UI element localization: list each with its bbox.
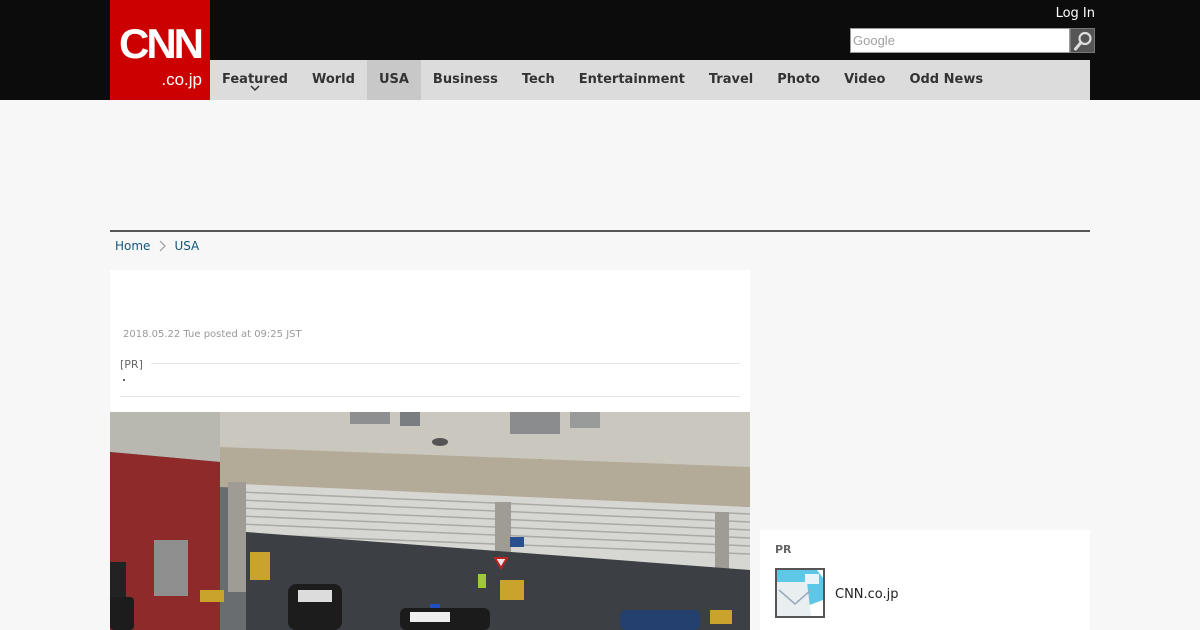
mail-icon: [777, 570, 823, 616]
pr-item-name[interactable]: CNN.co.jp: [835, 587, 899, 602]
nav-item-world[interactable]: World: [300, 60, 367, 100]
nav-item-label: Tech: [521, 72, 555, 87]
article-photo[interactable]: [110, 412, 750, 630]
chevron-right-icon: [160, 240, 167, 252]
search-button[interactable]: [1070, 28, 1095, 53]
nav-item-photo[interactable]: Photo: [765, 60, 832, 100]
login-link[interactable]: Log In: [1056, 6, 1095, 22]
logo-text: CNN: [119, 20, 204, 67]
search-input[interactable]: [850, 28, 1070, 53]
breadcrumb-usa[interactable]: USA: [174, 239, 199, 253]
sidebar-pr-box: PR CNN.co.jp: [760, 530, 1090, 630]
logo-subtext: .co.jp: [161, 70, 202, 89]
nav-item-travel[interactable]: Travel: [697, 60, 765, 100]
nav-item-usa[interactable]: USA: [366, 60, 421, 100]
main-nav: Featured World USA Business Tech Entertainmen…: [210, 60, 1090, 100]
nav-item-label: Video: [844, 72, 886, 87]
nav-item-video[interactable]: Video: [832, 60, 897, 100]
breadcrumb-home[interactable]: Home: [115, 239, 150, 253]
cnn-logo[interactable]: CNN .co.jp: [110, 0, 210, 100]
nav-item-label: Photo: [777, 72, 821, 87]
article-card: 2018.05.22 Tue posted at 09:25 JST [PR]: [110, 270, 750, 630]
search-icon: [1074, 31, 1092, 51]
pr-thumbnail[interactable]: [775, 568, 825, 618]
nav-item-business[interactable]: Business: [421, 60, 510, 100]
chevron-down-icon: [250, 85, 260, 92]
pr-divider-top: [120, 363, 740, 364]
pr-bullet: [123, 379, 125, 381]
post-date: 2018.05.22 Tue posted at 09:25 JST: [123, 329, 302, 340]
nav-item-label: Travel: [708, 72, 754, 87]
pr-label: [PR]: [120, 358, 151, 371]
nav-item-label: USA: [378, 72, 409, 87]
nav-item-odd-news[interactable]: Odd News: [897, 60, 995, 100]
nav-item-tech[interactable]: Tech: [510, 60, 567, 100]
nav-item-label: Odd News: [909, 72, 984, 87]
nav-item-entertainment[interactable]: Entertainment: [567, 60, 697, 100]
nav-item-label: Entertainment: [578, 72, 685, 87]
nav-item-label: Business: [432, 72, 498, 87]
nav-item-featured[interactable]: Featured: [210, 60, 300, 100]
sidebar-pr-title: PR: [775, 543, 792, 556]
pr-divider-bottom: [120, 396, 740, 397]
section-divider: [110, 230, 1090, 232]
nav-item-label: World: [311, 72, 355, 87]
breadcrumb: Home USA: [115, 237, 199, 255]
